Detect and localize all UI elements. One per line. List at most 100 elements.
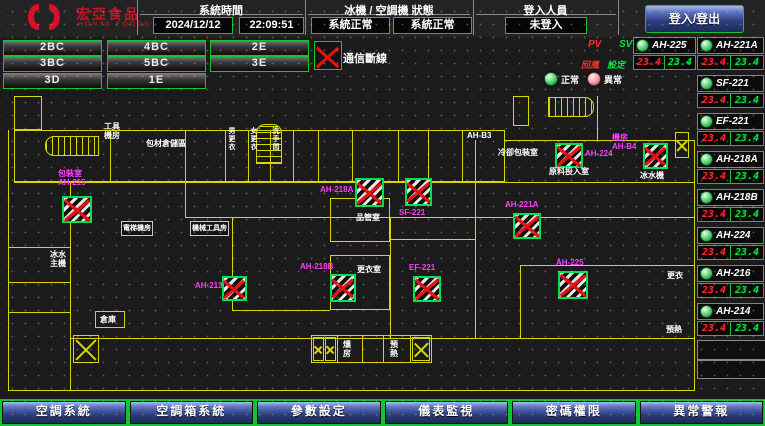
pv-name-label: 回風 <box>581 58 599 71</box>
area-button-4bc[interactable]: 4BC <box>107 40 206 56</box>
footer-menu: 空調系統空調箱系統參數設定儀表監視密碼權限異常警報 <box>0 399 765 426</box>
footer-button-異常警報[interactable]: 異常警報 <box>641 402 763 423</box>
stairs-icon <box>45 136 99 156</box>
device-name: SF-221 <box>716 78 749 89</box>
empty-device-slot <box>697 340 765 360</box>
footer-button-參數設定[interactable]: 參數設定 <box>258 402 380 423</box>
shaft-x-icon <box>313 337 324 361</box>
status-lamp-icon <box>700 305 713 318</box>
status-lamp-icon <box>700 153 713 166</box>
legend-abnormal-label: 異常 <box>604 73 622 86</box>
footer-cell: 密碼權限 <box>510 399 638 426</box>
ahu-icon-AH-218A[interactable] <box>355 178 384 207</box>
status-lamp-icon <box>636 39 649 52</box>
login-person-label: 登入人員 <box>473 2 618 18</box>
area-button-3bc[interactable]: 3BC <box>3 56 102 72</box>
ahu-icon-EF-221[interactable] <box>413 276 441 302</box>
room-label: 倉庫 <box>100 315 116 324</box>
footer-cell: 空調系統 <box>0 399 128 426</box>
room-label: AH-B3 <box>467 131 491 140</box>
chiller-status-label: 冰機 / 空調機 狀態 <box>305 2 473 18</box>
status-lamp-icon <box>700 191 713 204</box>
room-label: 工具機房 <box>104 122 120 140</box>
pv-header-label: PV <box>588 39 601 50</box>
chiller-status-value: 系統正常 <box>311 17 390 34</box>
pv-value: 23.4 <box>698 208 731 221</box>
device-AH-216[interactable]: AH-216 <box>697 265 764 282</box>
room-label: 燻房 <box>343 340 351 358</box>
device-AH-224[interactable]: AH-224 <box>697 227 764 244</box>
device-values-EF-221: 23.423.4 <box>697 131 764 146</box>
ahu-icon-SF-221[interactable] <box>405 178 432 206</box>
room-label: 預熱 <box>666 325 682 334</box>
room-label: 冰水主機 <box>50 250 66 268</box>
ahu-icon-AH-225[interactable] <box>558 271 588 299</box>
wall <box>8 282 70 283</box>
system-time-label: 系統時間 <box>137 2 305 18</box>
hunya-logo-icon <box>28 4 68 32</box>
pv-value: 23.4 <box>698 56 731 69</box>
footer-button-密碼權限[interactable]: 密碼權限 <box>513 402 635 423</box>
sv-value: 23.4 <box>731 322 763 335</box>
ahu-icon-AH-224[interactable] <box>555 143 583 168</box>
device-EF-221[interactable]: EF-221 <box>697 113 764 130</box>
device-name: AH-214 <box>716 306 750 317</box>
device-values-SF-221: 23.423.4 <box>697 93 764 108</box>
sv-value: 23.4 <box>731 170 763 183</box>
device-AH-218B[interactable]: AH-218B <box>697 189 764 206</box>
abnormal-lamp-icon <box>587 72 601 86</box>
device-values-AH-224: 23.423.4 <box>697 245 764 260</box>
room-label: 品管室 <box>356 213 380 222</box>
ahu-icon-AH-221A[interactable] <box>513 213 541 239</box>
header-divider <box>618 0 619 35</box>
device-name: EF-221 <box>716 116 749 127</box>
area-button-5bc[interactable]: 5BC <box>107 56 206 72</box>
wall <box>390 239 475 240</box>
device-SF-221[interactable]: SF-221 <box>697 75 764 92</box>
room-label: 原料投入室 <box>549 167 589 176</box>
ahu-icon-AH-215[interactable] <box>62 196 92 223</box>
ahu-icon-AH-218B[interactable] <box>330 274 356 302</box>
footer-button-空調箱系統[interactable]: 空調箱系統 <box>131 402 253 423</box>
sv-value: 23.4 <box>731 246 763 259</box>
ahu-icon-AH-B4[interactable] <box>643 143 668 169</box>
pv-value: 23.4 <box>634 56 665 69</box>
device-name: AH-216 <box>716 268 750 279</box>
footer-cell: 儀表監視 <box>383 399 511 426</box>
area-button-1e[interactable]: 1E <box>107 73 206 89</box>
wall <box>390 217 391 338</box>
pv-value: 23.4 <box>698 284 731 297</box>
footer-button-空調系統[interactable]: 空調系統 <box>3 402 125 423</box>
device-AH-225[interactable]: AH-225 <box>633 37 696 54</box>
room-label: 洗手間 <box>271 127 280 151</box>
wall <box>232 310 330 311</box>
logo-subtitle: HUNYA FOODS <box>78 21 151 28</box>
device-AH-214[interactable]: AH-214 <box>697 303 764 320</box>
footer-cell: 空調箱系統 <box>128 399 256 426</box>
legend-normal: 正常 <box>544 72 579 86</box>
equipment-label-AH-218B: AH-218B <box>300 262 333 271</box>
area-button-2bc[interactable]: 2BC <box>3 40 102 56</box>
device-AH-221A[interactable]: AH-221A <box>697 37 764 54</box>
device-values-AH-221A: 23.423.4 <box>697 55 764 70</box>
device-AH-218A[interactable]: AH-218A <box>697 151 764 168</box>
sv-value: 23.4 <box>731 56 763 69</box>
comm-loss-label: 通信斷線 <box>343 50 387 66</box>
area-button-3e[interactable]: 3E <box>210 56 309 72</box>
system-time-value: 22:09:51 <box>239 17 304 34</box>
hmi-screen: 宏亞食品 HUNYA FOODS 系統時間 冰機 / 空調機 狀態 登入人員 2… <box>0 0 765 426</box>
sv-name-label: 設定 <box>607 58 625 71</box>
equipment-label-AH-213: AH-213 <box>195 281 223 290</box>
equipment-label-AH-224: AH-224 <box>585 149 613 158</box>
wall <box>8 247 70 248</box>
pv-value: 23.4 <box>698 170 731 183</box>
area-button-3d[interactable]: 3D <box>3 73 102 89</box>
area-button-2e[interactable]: 2E <box>210 40 309 56</box>
footer-button-儀表監視[interactable]: 儀表監視 <box>386 402 508 423</box>
device-name: AH-221A <box>716 40 758 51</box>
equipment-label-EF-221: EF-221 <box>409 263 435 272</box>
login-logout-button[interactable]: 登入/登出 <box>645 5 744 33</box>
legend-normal-label: 正常 <box>561 73 579 86</box>
sv-header-label: SV <box>619 39 632 50</box>
ahu-icon-AH-213[interactable] <box>222 276 247 301</box>
